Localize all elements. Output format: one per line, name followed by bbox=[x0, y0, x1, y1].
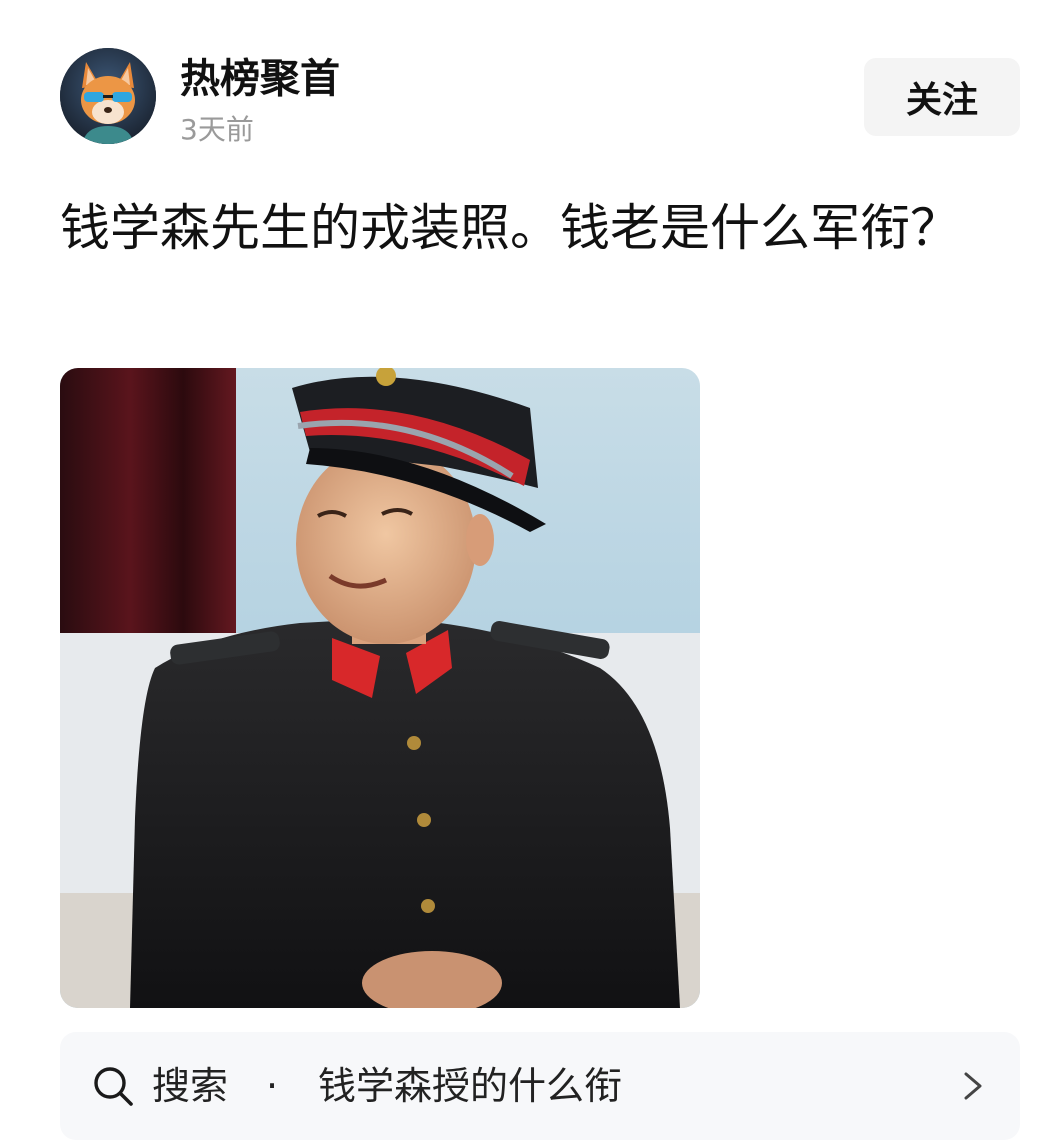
portrait-photo bbox=[60, 368, 700, 1008]
post-time: 3天前 bbox=[180, 113, 254, 146]
search-label: 搜索 bbox=[152, 1064, 229, 1108]
search-separator: · bbox=[266, 1064, 279, 1108]
post-image[interactable] bbox=[60, 368, 700, 1008]
avatar[interactable] bbox=[60, 48, 156, 144]
chevron-right-icon bbox=[958, 1070, 988, 1102]
search-icon bbox=[92, 1065, 134, 1107]
author-name[interactable]: 热榜聚首 bbox=[180, 54, 340, 104]
search-suggestion-bar[interactable]: 搜索 · 钱学森授的什么衔 bbox=[60, 1032, 1020, 1140]
follow-button[interactable]: 关注 bbox=[864, 58, 1020, 136]
post-text: 钱学森先生的戎装照。钱老是什么军衔？ bbox=[60, 199, 960, 257]
fox-avatar-icon bbox=[60, 48, 156, 144]
search-query: 钱学森授的什么衔 bbox=[318, 1064, 623, 1108]
